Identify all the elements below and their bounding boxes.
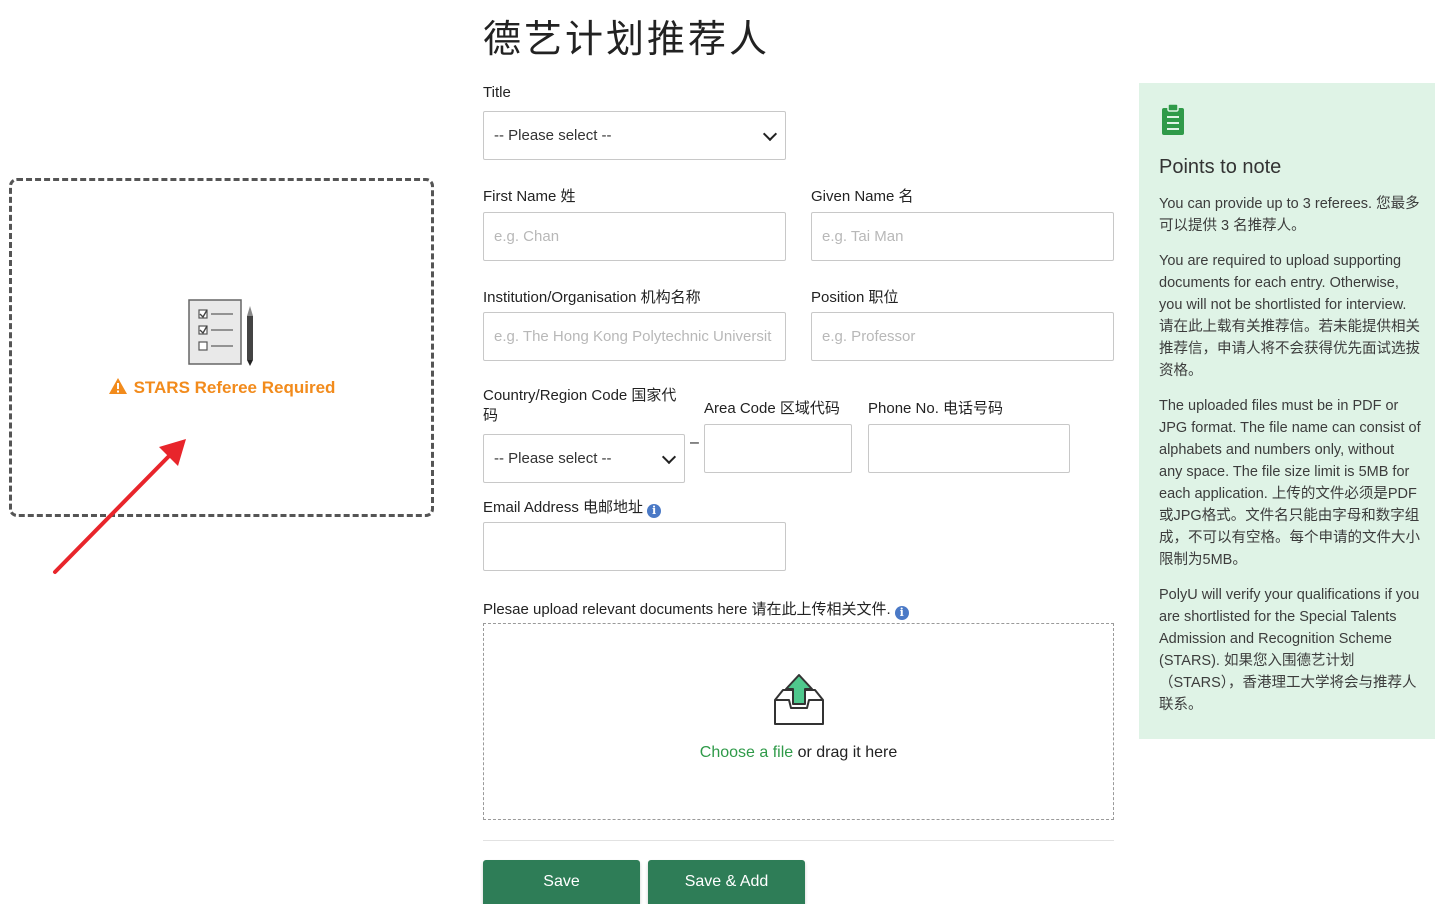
- note-paragraph: PolyU will verify your qualifications if…: [1159, 587, 1420, 713]
- position-field[interactable]: e.g. Professor: [811, 312, 1114, 361]
- area-code-field[interactable]: [704, 424, 852, 473]
- save-add-button[interactable]: Save & Add: [648, 860, 805, 904]
- save-button[interactable]: Save: [483, 860, 640, 904]
- chevron-down-icon: [661, 449, 677, 464]
- position-label: Position 职位: [811, 289, 899, 306]
- email-field[interactable]: [483, 522, 786, 571]
- email-label: Email Address 电邮地址 i: [483, 496, 662, 518]
- title-select[interactable]: -- Please select --: [483, 111, 786, 160]
- given-name-field[interactable]: e.g. Tai Man: [811, 212, 1114, 261]
- phone-field[interactable]: [868, 424, 1070, 473]
- first-name-field[interactable]: e.g. Chan: [483, 212, 786, 261]
- upload-label-text: Plesae upload relevant documents here 请在…: [483, 601, 891, 618]
- note-paragraph: You can provide up to 3 referees. 您最多可以提…: [1159, 196, 1420, 234]
- annotation-arrow-icon: [53, 439, 186, 574]
- dropzone-text: Choose a file or drag it here: [484, 744, 1113, 762]
- upload-tray-icon: [774, 674, 824, 725]
- phone-separator: –: [690, 434, 699, 451]
- page-title: 德艺计划推荐人: [483, 17, 771, 61]
- country-code-select-value: -- Please select --: [494, 450, 612, 467]
- file-dropzone[interactable]: Choose a file or drag it here: [483, 623, 1114, 820]
- given-name-label: Given Name 名: [811, 188, 914, 205]
- institution-label: Institution/Organisation 机构名称: [483, 289, 701, 306]
- choose-file-link[interactable]: Choose a file: [700, 744, 793, 761]
- referee-warning: STARS Referee Required: [12, 377, 431, 398]
- drag-text: or drag it here: [793, 744, 898, 761]
- phone-label: Phone No. 电话号码: [868, 400, 1004, 417]
- chevron-down-icon: [762, 126, 778, 141]
- info-icon[interactable]: i: [647, 504, 662, 518]
- given-name-placeholder: e.g. Tai Man: [822, 228, 904, 245]
- email-label-text: Email Address 电邮地址: [483, 499, 644, 516]
- referee-warning-text: STARS Referee Required: [133, 378, 336, 397]
- clipboard-icon: [1162, 103, 1184, 135]
- area-code-label: Area Code 区域代码: [704, 400, 840, 417]
- warning-icon: [108, 378, 127, 394]
- position-placeholder: e.g. Professor: [822, 328, 916, 345]
- country-code-select[interactable]: -- Please select --: [483, 434, 685, 483]
- notes-title: Points to note: [1159, 156, 1282, 178]
- title-label: Title: [483, 84, 511, 101]
- title-select-value: -- Please select --: [494, 127, 612, 144]
- first-name-label: First Name 姓: [483, 188, 576, 205]
- checklist-icon: [188, 299, 253, 366]
- note-paragraph: The uploaded files must be in PDF or JPG…: [1159, 398, 1421, 568]
- institution-field[interactable]: e.g. The Hong Kong Polytechnic Universit: [483, 312, 786, 361]
- divider: [483, 840, 1114, 841]
- country-code-label: Country/Region Code 国家代码: [483, 387, 677, 424]
- points-to-note-panel: Points to note You can provide up to 3 r…: [1139, 83, 1435, 739]
- institution-placeholder: e.g. The Hong Kong Polytechnic Universit: [494, 328, 772, 345]
- first-name-placeholder: e.g. Chan: [494, 228, 560, 245]
- note-paragraph: You are required to upload supporting do…: [1159, 253, 1420, 379]
- info-icon[interactable]: i: [894, 606, 909, 620]
- upload-label: Plesae upload relevant documents here 请在…: [483, 598, 909, 620]
